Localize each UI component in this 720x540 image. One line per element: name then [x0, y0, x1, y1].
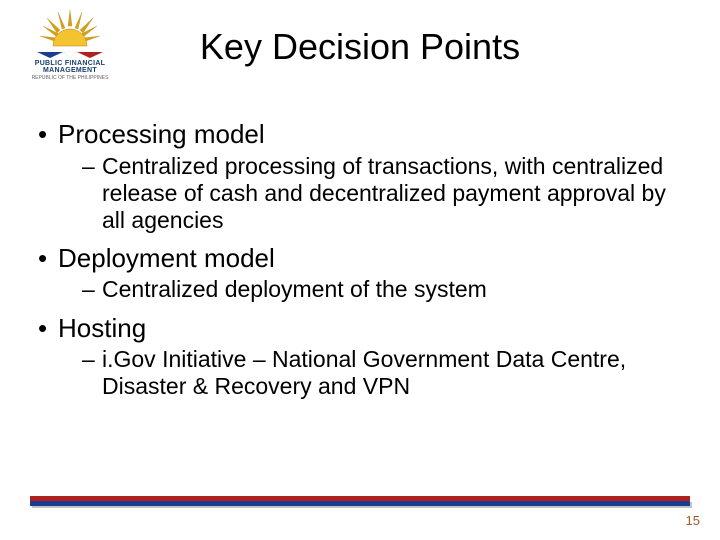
blue-bar	[30, 501, 690, 506]
bullet-hosting: Hosting	[30, 312, 690, 345]
slide-title: Key Decision Points	[0, 26, 720, 68]
sub-bullet-deployment-model: Centralized deployment of the system	[30, 276, 690, 303]
page-number: 15	[686, 513, 700, 528]
bullet-deployment-model: Deployment model	[30, 242, 690, 275]
content-area: Processing model Centralized processing …	[30, 118, 690, 408]
footer-divider	[30, 496, 690, 506]
bullet-processing-model: Processing model	[30, 118, 690, 151]
sub-bullet-processing-model: Centralized processing of transactions, …	[30, 153, 690, 234]
logo-sub-text: REPUBLIC OF THE PHILIPPINES	[10, 75, 130, 81]
sub-bullet-hosting: i.Gov Initiative – National Government D…	[30, 346, 690, 400]
